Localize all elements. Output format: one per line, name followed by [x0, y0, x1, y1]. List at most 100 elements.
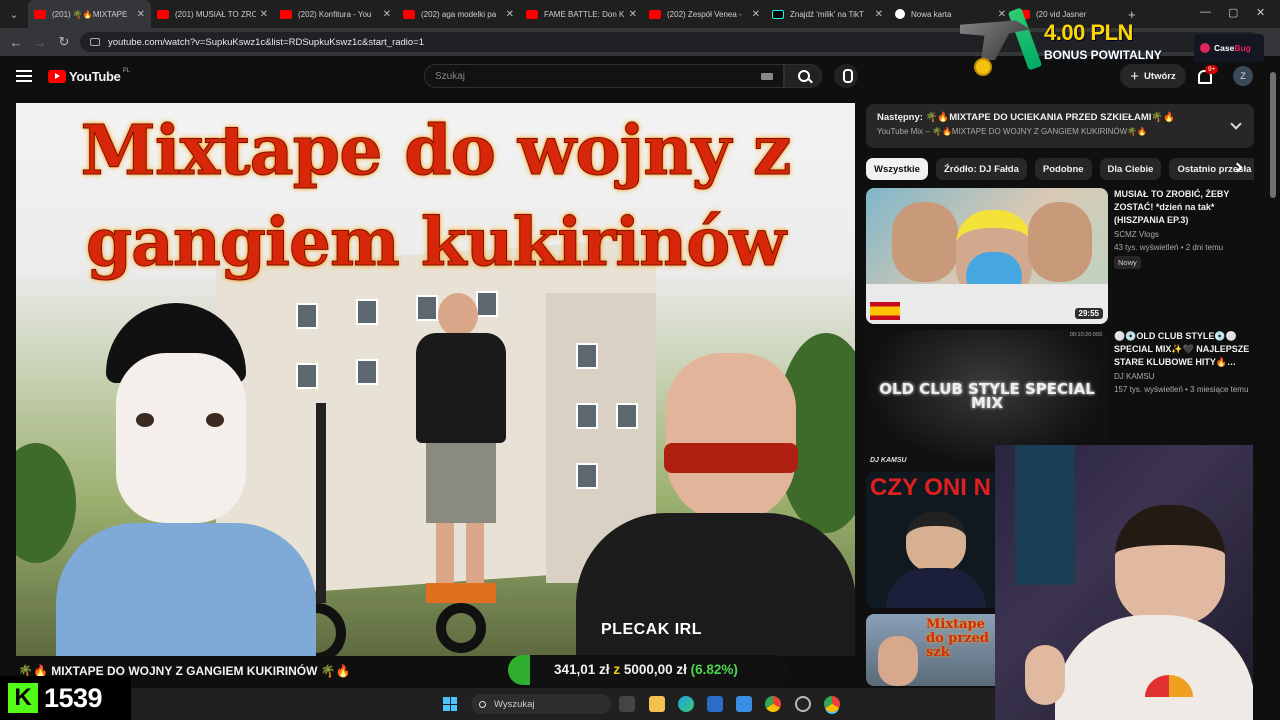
obs-icon[interactable] — [795, 696, 811, 712]
donation-percent: (6.82%) — [690, 662, 738, 677]
voice-search-mic-icon[interactable] — [834, 64, 858, 88]
tab-title: (201) 🌴🔥MIXTAPE — [52, 9, 128, 19]
browser-tab[interactable]: Znajdź 'milik' na TikT ✕ — [766, 0, 889, 28]
browser-tab[interactable]: FAME BATTLE: Don K ✕ — [520, 0, 643, 28]
building-window — [356, 359, 378, 385]
recommendation-meta: 157 tys. wyświetleń • 3 miesiące temu — [1114, 385, 1249, 394]
video-title-overlay-line1: Mixtape do wojny z — [80, 111, 792, 192]
recommendation-title: MUSIAŁ TO ZROBIĆ, ŻEBY ZOSTAĆ! *dzień na… — [1114, 189, 1230, 225]
chip-recently-uploaded[interactable]: Ostatnio przesła — [1169, 158, 1254, 180]
tab-title: FAME BATTLE: Don K — [544, 9, 625, 19]
tab-title: (202) Zespół Venea - — [667, 9, 742, 19]
tab-title: (201) MUSIAŁ TO ZRO — [175, 9, 256, 19]
taskbar-search-placeholder: Wyszukaj — [494, 698, 535, 710]
recommendation-channel[interactable]: SCMZ Vlogs — [1114, 230, 1159, 239]
site-info-icon[interactable] — [90, 38, 100, 46]
video-thumbnail[interactable]: 29:55 — [866, 188, 1108, 324]
windows-start-icon[interactable] — [443, 697, 457, 711]
viewer-count: 1539 — [44, 682, 103, 713]
hamburger-menu-icon[interactable] — [16, 70, 32, 82]
casino-promo-overlay: 4.00 PLN BONUS POWITALNY Case Bug — [960, 7, 1268, 78]
donation-separator: z — [613, 662, 621, 677]
browser-tab[interactable]: (201) MUSIAŁ TO ZRO ✕ — [151, 0, 274, 28]
donation-goal: 5000,00 zł — [623, 662, 687, 677]
close-icon[interactable]: ✕ — [137, 9, 145, 20]
keyboard-icon[interactable] — [761, 73, 773, 80]
coin-graphic — [974, 58, 992, 76]
close-icon[interactable]: ✕ — [506, 9, 514, 20]
thumbnail-timecode: 00:10:26:093 — [1069, 332, 1102, 338]
back-arrow-icon[interactable]: ← — [4, 35, 28, 50]
recommendation-meta: 43 tys. wyświetleń • 2 dni temu — [1114, 243, 1224, 252]
browser-tab[interactable]: (201) 🌴🔥MIXTAPE ✕ — [28, 0, 151, 28]
new-badge: Nowy — [1114, 256, 1141, 269]
search-button[interactable] — [784, 64, 822, 88]
browser-tab[interactable]: (202) Zespół Venea - ✕ — [643, 0, 766, 28]
edge-icon[interactable] — [678, 696, 694, 712]
search-input[interactable]: Szukaj — [424, 64, 784, 88]
youtube-icon — [280, 9, 292, 19]
region-code: PL — [122, 67, 130, 74]
google-icon — [895, 9, 905, 19]
promo-brand-badge: Case Bug — [1194, 34, 1264, 62]
youtube-play-icon — [48, 70, 66, 83]
file-explorer-icon[interactable] — [649, 696, 665, 712]
streamer-webcam-overlay — [995, 445, 1253, 720]
youtube-icon — [34, 9, 46, 19]
tab-title: (202) Konfitura - You — [298, 9, 372, 19]
video-duration: 29:55 — [1074, 308, 1103, 319]
youtube-icon — [649, 9, 661, 19]
search-placeholder: Szukaj — [435, 70, 466, 82]
chrome-icon[interactable] — [765, 696, 781, 712]
close-icon[interactable]: ✕ — [875, 9, 883, 20]
up-next-title: Następny: 🌴🔥MIXTAPE DO UCIEKANIA PRZED S… — [877, 112, 1176, 123]
recommendation-item[interactable]: 29:55 MUSIAŁ TO ZROBIĆ, ŻEBY ZOSTAĆ! *dz… — [866, 188, 1254, 324]
knife-graphic — [1007, 7, 1043, 71]
youtube-logo[interactable]: YouTube PL — [48, 67, 130, 84]
up-next-playlist: YouTube Mix – 🌴🔥MIXTAPE DO WOJNY Z GANGI… — [877, 127, 1148, 136]
viewer-counter: K 1539 — [0, 676, 131, 720]
page-scrollbar[interactable] — [1270, 72, 1276, 198]
chip-similar[interactable]: Podobne — [1034, 158, 1092, 180]
man-with-sunglasses — [576, 353, 855, 656]
close-icon[interactable]: ✕ — [629, 9, 637, 20]
reload-icon[interactable]: ↻ — [52, 34, 76, 50]
tab-title: (202) aga modelki pa — [421, 9, 497, 19]
brand-logo-icon — [1200, 43, 1210, 53]
taskbar-search-input[interactable]: Wyszukaj — [471, 694, 611, 714]
kick-logo-icon: K — [8, 683, 38, 713]
recommendation-channel[interactable]: DJ KAMSU — [1114, 372, 1154, 381]
browser-tab[interactable]: (202) Konfitura - You ✕ — [274, 0, 397, 28]
youtube-icon — [157, 9, 169, 19]
donation-current: 341,01 zł — [554, 662, 610, 677]
url-text: youtube.com/watch?v=SupkuKswz1c&list=RDS… — [108, 36, 425, 48]
spain-flag-icon — [870, 302, 900, 320]
donation-text: 341,01 zł z 5000,00 zł (6.82%) — [554, 662, 738, 677]
task-view-icon[interactable] — [619, 696, 635, 712]
thumbnail-channel-text: DJ KAMSU — [870, 457, 907, 464]
chrome-active-icon[interactable] — [824, 696, 840, 712]
windows-taskbar: Wyszukaj — [131, 688, 995, 720]
store-icon[interactable] — [707, 696, 723, 712]
close-icon[interactable]: ✕ — [260, 9, 268, 20]
thumbnail-text: OLD CLUB STYLE SPECIAL MIX — [879, 380, 1095, 412]
close-icon[interactable]: ✕ — [752, 9, 760, 20]
tab-search-chevron-icon[interactable]: ⌄ — [0, 0, 28, 28]
filter-chips: Wszystkie Źródło: DJ Fałda Podobne Dla C… — [866, 158, 1254, 182]
mail-icon[interactable] — [736, 696, 752, 712]
video-player[interactable]: Mixtape do wojny z gangiem kukirinów PLE… — [16, 103, 855, 656]
chip-source[interactable]: Źródło: DJ Fałda — [935, 158, 1027, 180]
up-next-card[interactable]: Następny: 🌴🔥MIXTAPE DO UCIEKANIA PRZED S… — [866, 104, 1254, 148]
close-icon[interactable]: ✕ — [383, 9, 391, 20]
chip-for-you[interactable]: Dla Ciebie — [1099, 158, 1162, 180]
tiktok-icon — [772, 9, 784, 19]
youtube-icon — [403, 9, 415, 19]
thumbnail-text: Mixtape do przed szk — [926, 617, 989, 660]
video-overlay-label: PLECAK IRL — [601, 621, 702, 638]
chip-all[interactable]: Wszystkie — [866, 158, 928, 180]
youtube-icon — [526, 9, 538, 19]
promo-amount: 4.00 PLN — [1044, 20, 1133, 45]
browser-tab[interactable]: (202) aga modelki pa ✕ — [397, 0, 520, 28]
recommendation-title: ⚪💿OLD CLUB STYLE💿⚪ SPECIAL MIX✨🖤 NAJLEPS… — [1114, 331, 1250, 367]
forward-arrow-icon[interactable]: → — [28, 35, 52, 50]
